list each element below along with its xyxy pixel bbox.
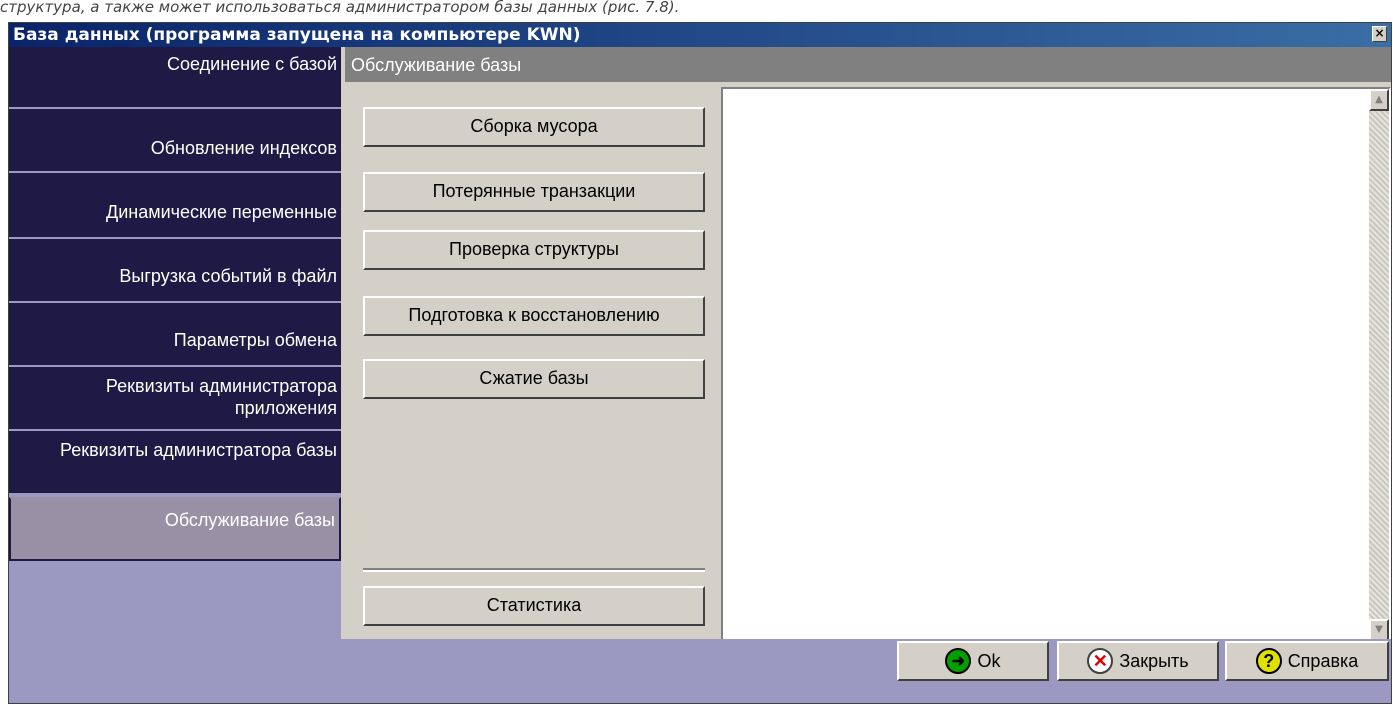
ok-label: Ok bbox=[977, 650, 1001, 671]
triangle-up-icon: ▲ bbox=[1375, 94, 1383, 105]
sidebar-item-db-admin[interactable]: Реквизиты администратора базы bbox=[9, 431, 341, 495]
close-icon: × bbox=[1374, 26, 1385, 40]
triangle-down-icon: ▼ bbox=[1375, 624, 1383, 635]
scroll-up-button[interactable]: ▲ bbox=[1369, 89, 1389, 111]
sidebar-item-app-admin[interactable]: Реквизиты администратора приложения bbox=[9, 367, 341, 431]
window-title: База данных (программа запущена на компь… bbox=[13, 25, 581, 45]
sidebar-item-label: Параметры обмена bbox=[173, 330, 337, 350]
sidebar-item-label: Обслуживание базы bbox=[164, 510, 335, 530]
sidebar-item-maintenance[interactable]: Обслуживание базы bbox=[9, 497, 341, 561]
structure-check-button[interactable]: Проверка структуры bbox=[363, 230, 705, 270]
sidebar-item-index-update[interactable]: Обновление индексов bbox=[9, 109, 341, 173]
question-circle-icon: ? bbox=[1255, 648, 1282, 674]
prepare-restore-button[interactable]: Подготовка к восстановлению bbox=[363, 296, 705, 336]
document-caption-text: структура, а также может использоваться … bbox=[0, 0, 680, 16]
sidebar-item-label: Обновление индексов bbox=[150, 138, 337, 158]
sidebar-item-label: Динамические переменные bbox=[106, 202, 337, 222]
scroll-down-button[interactable]: ▼ bbox=[1369, 619, 1389, 641]
ok-button[interactable]: ➜ Ok bbox=[897, 641, 1049, 681]
sidebar-item-dynamic-variables[interactable]: Динамические переменные bbox=[9, 173, 341, 239]
sidebar-item-label: Соединение с базой bbox=[167, 54, 337, 74]
sidebar-item-connection[interactable]: Соединение с базой bbox=[9, 47, 341, 109]
panel-title: Обслуживание базы bbox=[345, 47, 1391, 82]
close-label: Закрыть bbox=[1119, 650, 1189, 671]
compress-db-button[interactable]: Сжатие базы bbox=[363, 359, 705, 399]
sidebar-item-label: Выгрузка событий в файл bbox=[119, 266, 337, 286]
vertical-scrollbar[interactable]: ▲ ▼ bbox=[1369, 89, 1389, 641]
button-label: Сборка мусора bbox=[470, 116, 598, 136]
button-label: Статистика bbox=[486, 595, 582, 615]
statistics-button[interactable]: Статистика bbox=[363, 586, 705, 626]
button-label: Подготовка к восстановлению bbox=[408, 305, 660, 325]
arrow-right-icon: ➜ bbox=[945, 648, 972, 674]
splitter bbox=[341, 47, 345, 639]
help-label: Справка bbox=[1287, 650, 1359, 671]
help-button[interactable]: ? Справка bbox=[1225, 641, 1389, 681]
title-bar: База данных (программа запущена на компь… bbox=[9, 23, 1391, 47]
lost-transactions-button[interactable]: Потерянные транзакции bbox=[363, 172, 705, 212]
button-label: Потерянные транзакции bbox=[432, 181, 636, 201]
close-button[interactable]: ✕ Закрыть bbox=[1057, 641, 1219, 681]
garbage-collection-button[interactable]: Сборка мусора bbox=[363, 107, 705, 147]
sidebar-item-export-events[interactable]: Выгрузка событий в файл bbox=[9, 239, 341, 303]
sidebar: Соединение с базой Обновление индексов Д… bbox=[9, 47, 341, 639]
separator-line bbox=[363, 568, 705, 572]
sidebar-item-exchange-params[interactable]: Параметры обмена bbox=[9, 303, 341, 367]
sidebar-item-label: Реквизиты администратора базы bbox=[60, 440, 337, 460]
button-label: Проверка структуры bbox=[449, 239, 619, 259]
footer-bar: ➜ Ok ✕ Закрыть ? Справка bbox=[9, 639, 1391, 703]
database-dialog-window: База данных (программа запущена на компь… bbox=[8, 22, 1392, 704]
output-text-area[interactable]: ▲ ▼ bbox=[721, 87, 1391, 643]
button-label: Сжатие базы bbox=[479, 368, 589, 388]
x-circle-icon: ✕ bbox=[1087, 648, 1114, 674]
close-window-button[interactable]: × bbox=[1372, 26, 1387, 42]
sidebar-item-label: Реквизиты администратора приложения bbox=[105, 376, 337, 418]
